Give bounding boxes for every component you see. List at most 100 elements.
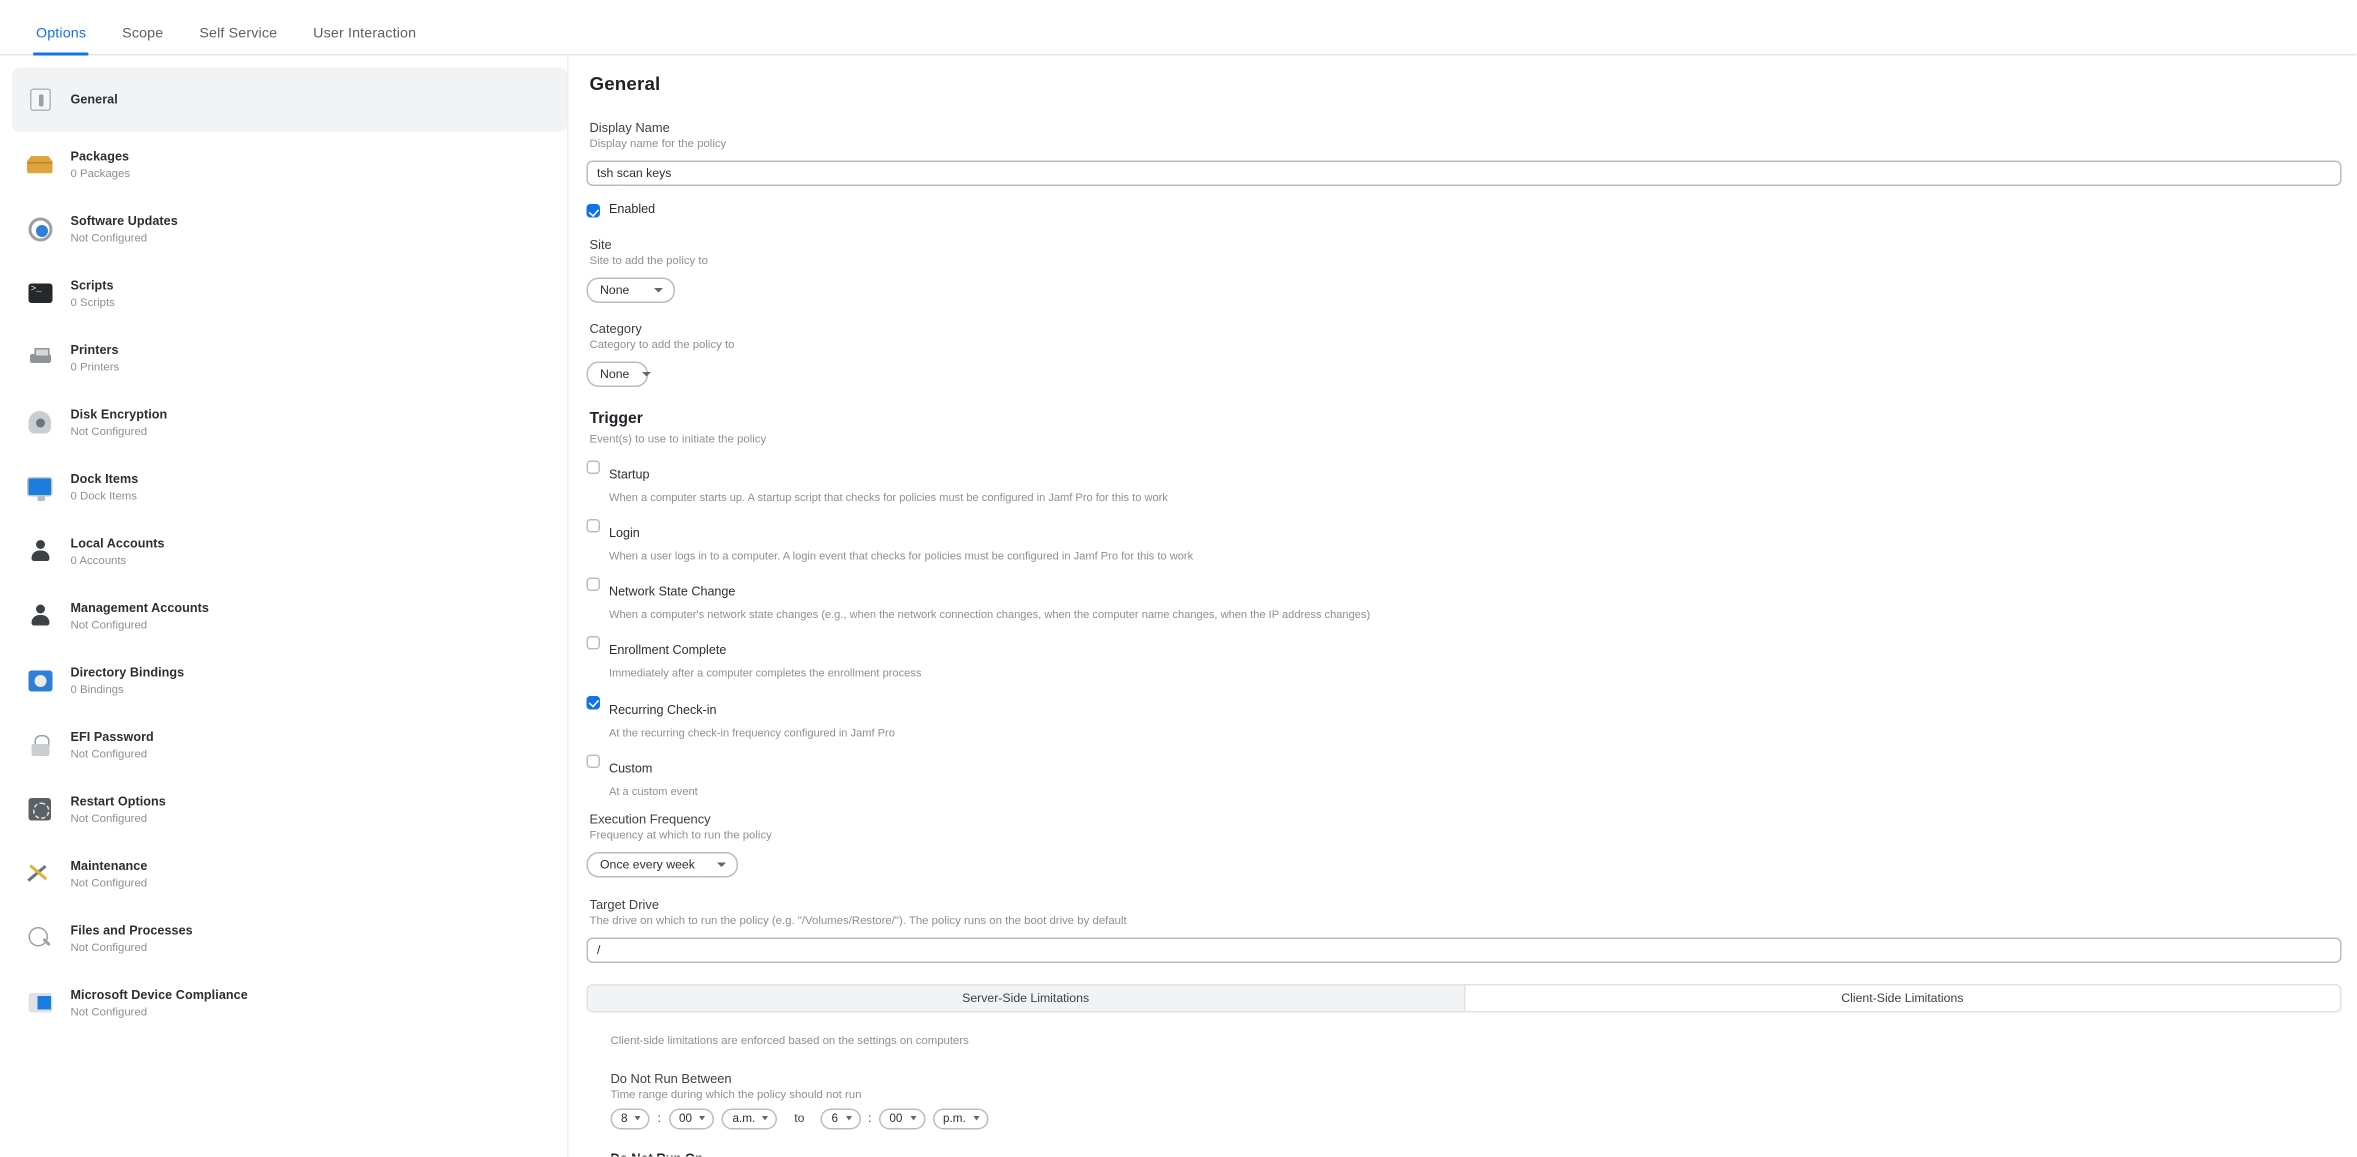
end-hour-value: 6 xyxy=(831,1112,839,1126)
trigger-checkbox-network-state-change[interactable] xyxy=(586,577,600,592)
page-title: General xyxy=(589,73,661,95)
do-not-run-between-time-range: 8 : 00 a.m. to 6: 00 p.m. xyxy=(610,1108,2342,1130)
sidebar-item-sublabel: 0 Packages xyxy=(70,166,131,181)
sidebar-item-printers[interactable]: Printers 0 Printers xyxy=(12,326,567,391)
execution-frequency-label: Execution Frequency xyxy=(589,811,711,827)
chevron-down-icon xyxy=(717,862,726,867)
sidebar-item-label: Scripts xyxy=(70,276,114,292)
sidebar-item-disk-encryption[interactable]: Disk Encryption Not Configured xyxy=(12,390,567,455)
sidebar-item-management-accounts[interactable]: Management Accounts Not Configured xyxy=(12,584,567,649)
sidebar-item-scripts[interactable]: Scripts 0 Scripts xyxy=(12,261,567,326)
end-meridiem-value: p.m. xyxy=(942,1112,966,1126)
start-meridiem-value: a.m. xyxy=(732,1112,756,1126)
end-minute-value: 00 xyxy=(889,1112,903,1126)
chevron-down-icon xyxy=(654,288,663,293)
do-not-run-between-label: Do Not Run Between xyxy=(610,1070,732,1086)
sidebar-item-sublabel: 0 Dock Items xyxy=(70,489,137,503)
top-tabbar: Options Scope Self Service User Interact… xyxy=(0,0,2357,56)
general-icon xyxy=(26,86,55,115)
chevron-down-icon xyxy=(845,1116,852,1122)
end-meridiem-select[interactable]: p.m. xyxy=(932,1108,989,1130)
trigger-row-enrollment-complete[interactable]: Enrollment Complete Immediately after a … xyxy=(586,635,2342,680)
trigger-desc: At the recurring check-in frequency conf… xyxy=(609,725,895,739)
end-hour-select[interactable]: 6 xyxy=(820,1108,861,1130)
trigger-row-network-state-change[interactable]: Network State Change When a computer's n… xyxy=(586,576,2342,622)
trigger-row-login[interactable]: Login When a user logs in to a computer.… xyxy=(586,518,2342,563)
sidebar-item-general[interactable]: General xyxy=(12,67,567,132)
sidebar-item-label: Disk Encryption xyxy=(70,405,168,421)
trigger-checkbox-login[interactable] xyxy=(586,519,600,533)
trigger-checkbox-recurring-check-in[interactable] xyxy=(586,695,600,709)
sidebar-item-packages[interactable]: Packages 0 Packages xyxy=(12,132,567,197)
chevron-down-icon xyxy=(762,1116,769,1122)
trigger-desc: When a computer starts up. A startup scr… xyxy=(609,490,1168,504)
trigger-label: Network State Change xyxy=(609,583,736,599)
start-hour-select[interactable]: 8 xyxy=(610,1108,651,1130)
chevron-down-icon xyxy=(641,372,651,377)
trigger-checkbox-enrollment-complete[interactable] xyxy=(586,636,600,651)
sidebar-item-sublabel: Not Configured xyxy=(70,940,148,955)
payload-sidebar: General Packages 0 Packages Software Upd… xyxy=(0,55,569,1157)
sidebar-item-sublabel: Not Configured xyxy=(70,1005,148,1019)
start-minute-select[interactable]: 00 xyxy=(668,1108,715,1130)
trigger-desc: When a computer's network state changes … xyxy=(609,607,1371,622)
display-name-desc: Display name for the policy xyxy=(589,136,727,151)
trigger-label: Custom xyxy=(609,760,653,776)
trigger-checkbox-custom[interactable] xyxy=(586,754,600,768)
terminal-script-icon xyxy=(26,279,55,308)
execution-frequency-select[interactable]: Once every week xyxy=(586,851,738,878)
sidebar-item-label: Software Updates xyxy=(70,212,178,228)
tab-self-service[interactable]: Self Service xyxy=(181,26,295,54)
sidebar-item-dock-items[interactable]: Dock Items 0 Dock Items xyxy=(12,455,567,520)
tab-server-side-limitations-label: Server-Side Limitations xyxy=(962,991,1090,1005)
trigger-label: Startup xyxy=(609,466,650,482)
sidebar-item-label: Files and Processes xyxy=(70,921,193,937)
sidebar-item-microsoft-device-compliance[interactable]: Microsoft Device Compliance Not Configur… xyxy=(12,971,567,1036)
printer-icon xyxy=(26,344,55,373)
trigger-row-recurring-check-in[interactable]: Recurring Check-in At the recurring chec… xyxy=(586,694,2342,739)
sidebar-item-restart-options[interactable]: Restart Options Not Configured xyxy=(12,777,567,842)
enabled-checkbox-row[interactable]: Enabled xyxy=(586,201,2342,218)
display-name-input[interactable] xyxy=(586,160,2342,186)
restart-icon xyxy=(26,795,55,824)
tab-options[interactable]: Options xyxy=(18,26,104,55)
general-settings-pane: General Display Name Display name for th… xyxy=(569,56,2357,1157)
sidebar-item-local-accounts[interactable]: Local Accounts 0 Accounts xyxy=(12,519,567,584)
sidebar-item-label: Management Accounts xyxy=(70,599,209,615)
trigger-label: Recurring Check-in xyxy=(609,701,717,717)
start-meridiem-select[interactable]: a.m. xyxy=(721,1108,778,1130)
sidebar-item-maintenance[interactable]: Maintenance Not Configured xyxy=(12,842,567,907)
target-drive-label: Target Drive xyxy=(589,896,659,912)
trigger-row-custom[interactable]: Custom At a custom event xyxy=(586,753,2342,798)
sidebar-item-sublabel: Not Configured xyxy=(70,424,148,439)
tab-scope[interactable]: Scope xyxy=(104,26,181,54)
tab-user-interaction[interactable]: User Interaction xyxy=(295,26,434,54)
sidebar-item-directory-bindings[interactable]: Directory Bindings 0 Bindings xyxy=(12,648,567,713)
sidebar-item-sublabel: Not Configured xyxy=(70,747,148,761)
trigger-label: Enrollment Complete xyxy=(609,642,727,658)
trigger-row-startup[interactable]: Startup When a computer starts up. A sta… xyxy=(586,459,2342,504)
start-time-separator: : xyxy=(657,1112,661,1126)
trigger-desc: When a user logs in to a computer. A log… xyxy=(609,549,1194,563)
enabled-label: Enabled xyxy=(609,201,656,216)
end-minute-select[interactable]: 00 xyxy=(878,1108,925,1130)
target-drive-input[interactable] xyxy=(586,937,2342,963)
category-select[interactable]: None xyxy=(586,361,651,387)
sidebar-item-label: General xyxy=(70,91,118,107)
sidebar-item-sublabel: Not Configured xyxy=(70,618,148,632)
display-name-label: Display Name xyxy=(589,120,670,135)
tab-server-side-limitations[interactable]: Server-Side Limitations xyxy=(586,983,1464,1013)
start-minute-value: 00 xyxy=(678,1112,692,1126)
tab-client-side-limitations[interactable]: Client-Side Limitations xyxy=(1463,983,2342,1013)
enabled-checkbox[interactable] xyxy=(586,204,600,218)
package-icon xyxy=(26,150,55,179)
tab-scope-label: Scope xyxy=(122,24,164,42)
trigger-checkbox-startup[interactable] xyxy=(586,460,600,474)
sidebar-item-software-updates[interactable]: Software Updates Not Configured xyxy=(12,197,567,262)
sidebar-item-efi-password[interactable]: EFI Password Not Configured xyxy=(12,713,567,778)
time-range-to-label: to xyxy=(794,1112,805,1126)
sidebar-item-files-and-processes[interactable]: Files and Processes Not Configured xyxy=(12,906,567,971)
site-select[interactable]: None xyxy=(586,277,675,303)
sidebar-item-sublabel: 0 Printers xyxy=(70,360,120,374)
trigger-desc: At a custom event xyxy=(609,784,698,798)
